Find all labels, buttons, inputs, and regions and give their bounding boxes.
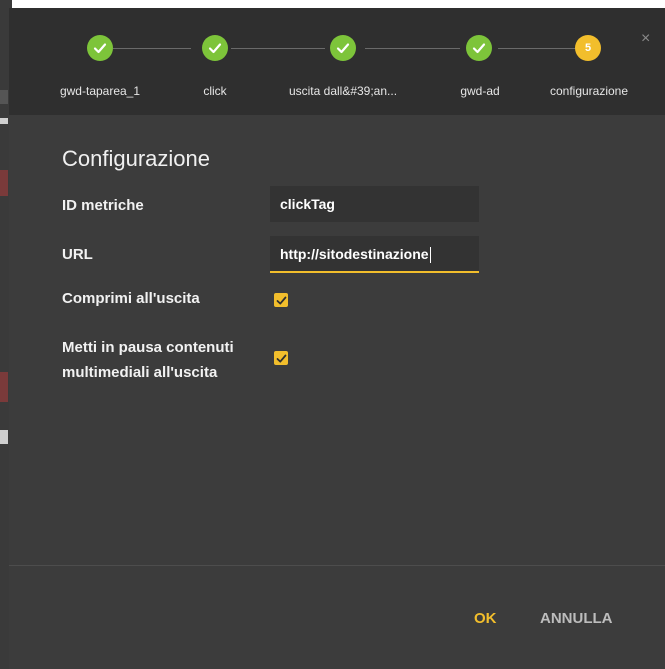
text-cursor	[429, 247, 431, 264]
metric-id-input[interactable]: clickTag	[270, 186, 479, 222]
step-number: 5	[584, 42, 592, 54]
section-title: Configurazione	[62, 146, 210, 171]
collapse-on-exit-label: Comprimi all'uscita	[62, 290, 200, 307]
configuration-dialog: 5 gwd-taparea_1 click uscita dall&#39;an…	[9, 8, 665, 669]
url-value: http://sitodestinazione	[280, 246, 429, 262]
metric-id-label: ID metriche	[62, 197, 144, 214]
step-3-complete-icon[interactable]	[330, 35, 356, 61]
close-icon[interactable]: ×	[641, 30, 650, 48]
step-4-complete-icon[interactable]	[466, 35, 492, 61]
pause-media-on-exit-checkbox[interactable]	[274, 351, 288, 365]
step-connector	[498, 48, 576, 49]
ok-button[interactable]: OK	[474, 610, 497, 627]
step-1-complete-icon[interactable]	[87, 35, 113, 61]
step-label[interactable]: gwd-taparea_1	[60, 84, 140, 98]
step-connector	[365, 48, 460, 49]
metric-id-value: clickTag	[280, 196, 335, 212]
background-mark	[0, 90, 8, 104]
background-mark	[0, 372, 8, 402]
step-5-current-indicator[interactable]: 5	[575, 35, 601, 61]
footer-divider	[9, 565, 665, 566]
background-mark	[0, 118, 8, 124]
url-input[interactable]: http://sitodestinazione	[270, 236, 479, 273]
background-mark	[0, 430, 8, 444]
pause-media-on-exit-label: Metti in pausa contenuti multimediali al…	[62, 335, 234, 385]
step-label[interactable]: gwd-ad	[460, 84, 499, 98]
step-connector	[113, 48, 191, 49]
step-2-complete-icon[interactable]	[202, 35, 228, 61]
cancel-button[interactable]: ANNULLA	[540, 610, 613, 627]
pause-media-label-line2: multimediali all'uscita	[62, 364, 218, 381]
background-mark	[0, 170, 8, 196]
step-label[interactable]: uscita dall&#39;an...	[289, 84, 397, 98]
collapse-on-exit-checkbox[interactable]	[274, 293, 288, 307]
background-app-top	[0, 0, 665, 8]
wizard-stepper: 5 gwd-taparea_1 click uscita dall&#39;an…	[9, 8, 665, 115]
step-label[interactable]: configurazione	[550, 84, 628, 98]
checkmark-icon	[276, 296, 286, 304]
step-connector	[231, 48, 325, 49]
step-label[interactable]: click	[203, 84, 226, 98]
checkmark-icon	[276, 354, 286, 362]
url-label: URL	[62, 246, 93, 263]
pause-media-label-line1: Metti in pausa contenuti	[62, 339, 234, 356]
